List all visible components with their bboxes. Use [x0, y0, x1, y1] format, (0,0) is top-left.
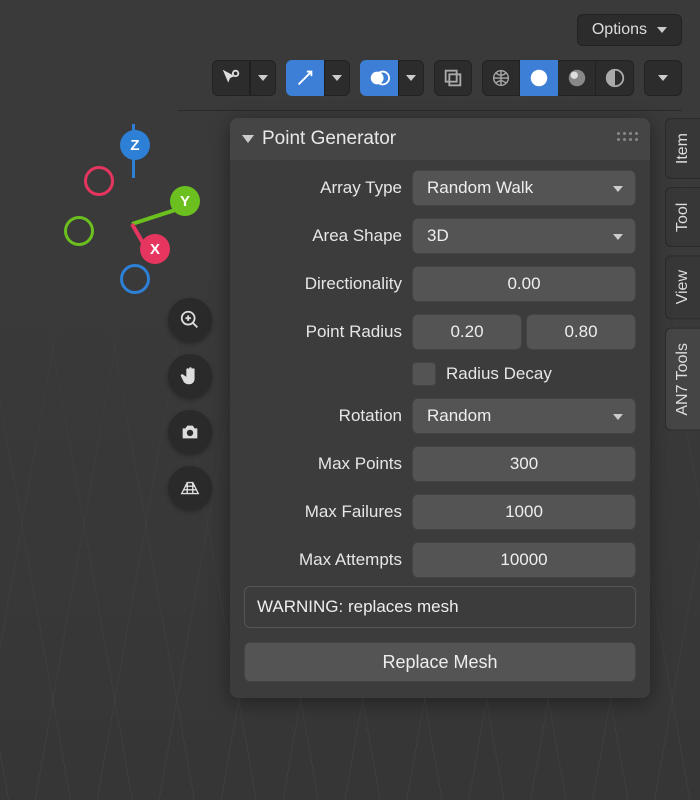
- gizmo-dropdown[interactable]: [324, 60, 350, 96]
- grid-perspective-icon: [179, 477, 201, 499]
- directionality-field[interactable]: 0.00: [412, 266, 636, 302]
- neg-y-ball[interactable]: [64, 216, 94, 246]
- x-axis-ball[interactable]: X: [140, 234, 170, 264]
- chevron-down-icon: [657, 27, 667, 33]
- max-points-label: Max Points: [244, 454, 402, 474]
- directionality-label: Directionality: [244, 274, 402, 294]
- point-radius-label: Point Radius: [244, 322, 402, 342]
- max-attempts-field[interactable]: 10000: [412, 542, 636, 578]
- shading-rendered[interactable]: [596, 60, 634, 96]
- chevron-down-icon: [332, 75, 342, 81]
- chevron-down-icon: [258, 75, 268, 81]
- rotation-select[interactable]: Random: [412, 398, 636, 434]
- rendered-sphere-icon: [604, 67, 626, 89]
- array-type-select[interactable]: Random Walk: [412, 170, 636, 206]
- viewport-controls: [168, 298, 212, 510]
- array-type-label: Array Type: [244, 178, 402, 198]
- neg-x-ball[interactable]: [84, 166, 114, 196]
- disclosure-triangle-icon[interactable]: [242, 135, 254, 143]
- shading-solid[interactable]: [520, 60, 558, 96]
- camera-icon: [179, 421, 201, 443]
- chevron-down-icon: [658, 75, 668, 81]
- rotation-label: Rotation: [244, 406, 402, 426]
- max-attempts-label: Max Attempts: [244, 550, 402, 570]
- pan-button[interactable]: [168, 354, 212, 398]
- tab-item[interactable]: Item: [665, 118, 700, 179]
- xray-icon: [442, 67, 464, 89]
- neg-z-ball[interactable]: [120, 264, 150, 294]
- n-panel-tabs: Item Tool View AN7 Tools: [665, 118, 700, 430]
- shading-dropdown[interactable]: [644, 60, 682, 96]
- camera-view-button[interactable]: [168, 410, 212, 454]
- magnifier-plus-icon: [179, 309, 201, 331]
- material-sphere-icon: [566, 67, 588, 89]
- tab-an7-tools[interactable]: AN7 Tools: [665, 328, 700, 431]
- overlays-toggle[interactable]: [360, 60, 398, 96]
- cursor-eye-icon: [220, 67, 242, 89]
- selectability-dropdown[interactable]: [250, 60, 276, 96]
- header-toolbar: [178, 60, 682, 111]
- axis-gizmo[interactable]: Z Y X: [70, 130, 210, 290]
- hand-icon: [179, 365, 201, 387]
- radius-decay-label: Radius Decay: [446, 364, 552, 384]
- drag-grip-icon[interactable]: [617, 132, 638, 141]
- options-label: Options: [592, 21, 647, 39]
- area-shape-select[interactable]: 3D: [412, 218, 636, 254]
- chevron-down-icon: [406, 75, 416, 81]
- z-axis-ball[interactable]: Z: [120, 130, 150, 160]
- y-axis-ball[interactable]: Y: [170, 186, 200, 216]
- wireframe-icon: [490, 67, 512, 89]
- zoom-button[interactable]: [168, 298, 212, 342]
- solid-sphere-icon: [528, 67, 550, 89]
- perspective-toggle[interactable]: [168, 466, 212, 510]
- panel-header[interactable]: Point Generator: [230, 118, 650, 160]
- point-generator-panel: Point Generator Array Type Random Walk A…: [230, 118, 650, 698]
- area-shape-label: Area Shape: [244, 226, 402, 246]
- replace-mesh-button[interactable]: Replace Mesh: [244, 642, 636, 682]
- shading-material[interactable]: [558, 60, 596, 96]
- gizmo-toggle[interactable]: [286, 60, 324, 96]
- selectability-button[interactable]: [212, 60, 250, 96]
- panel-title: Point Generator: [262, 128, 396, 150]
- overlays-icon: [368, 67, 390, 89]
- overlays-dropdown[interactable]: [398, 60, 424, 96]
- warning-box: WARNING: replaces mesh: [244, 586, 636, 628]
- max-points-field[interactable]: 300: [412, 446, 636, 482]
- options-dropdown[interactable]: Options: [577, 14, 682, 46]
- point-radius-max[interactable]: 0.80: [526, 314, 636, 350]
- gizmo-icon: [294, 67, 316, 89]
- radius-decay-checkbox[interactable]: [412, 362, 436, 386]
- shading-wireframe[interactable]: [482, 60, 520, 96]
- max-failures-field[interactable]: 1000: [412, 494, 636, 530]
- point-radius-min[interactable]: 0.20: [412, 314, 522, 350]
- tab-tool[interactable]: Tool: [665, 187, 700, 247]
- tab-view[interactable]: View: [665, 255, 700, 319]
- xray-toggle[interactable]: [434, 60, 472, 96]
- max-failures-label: Max Failures: [244, 502, 402, 522]
